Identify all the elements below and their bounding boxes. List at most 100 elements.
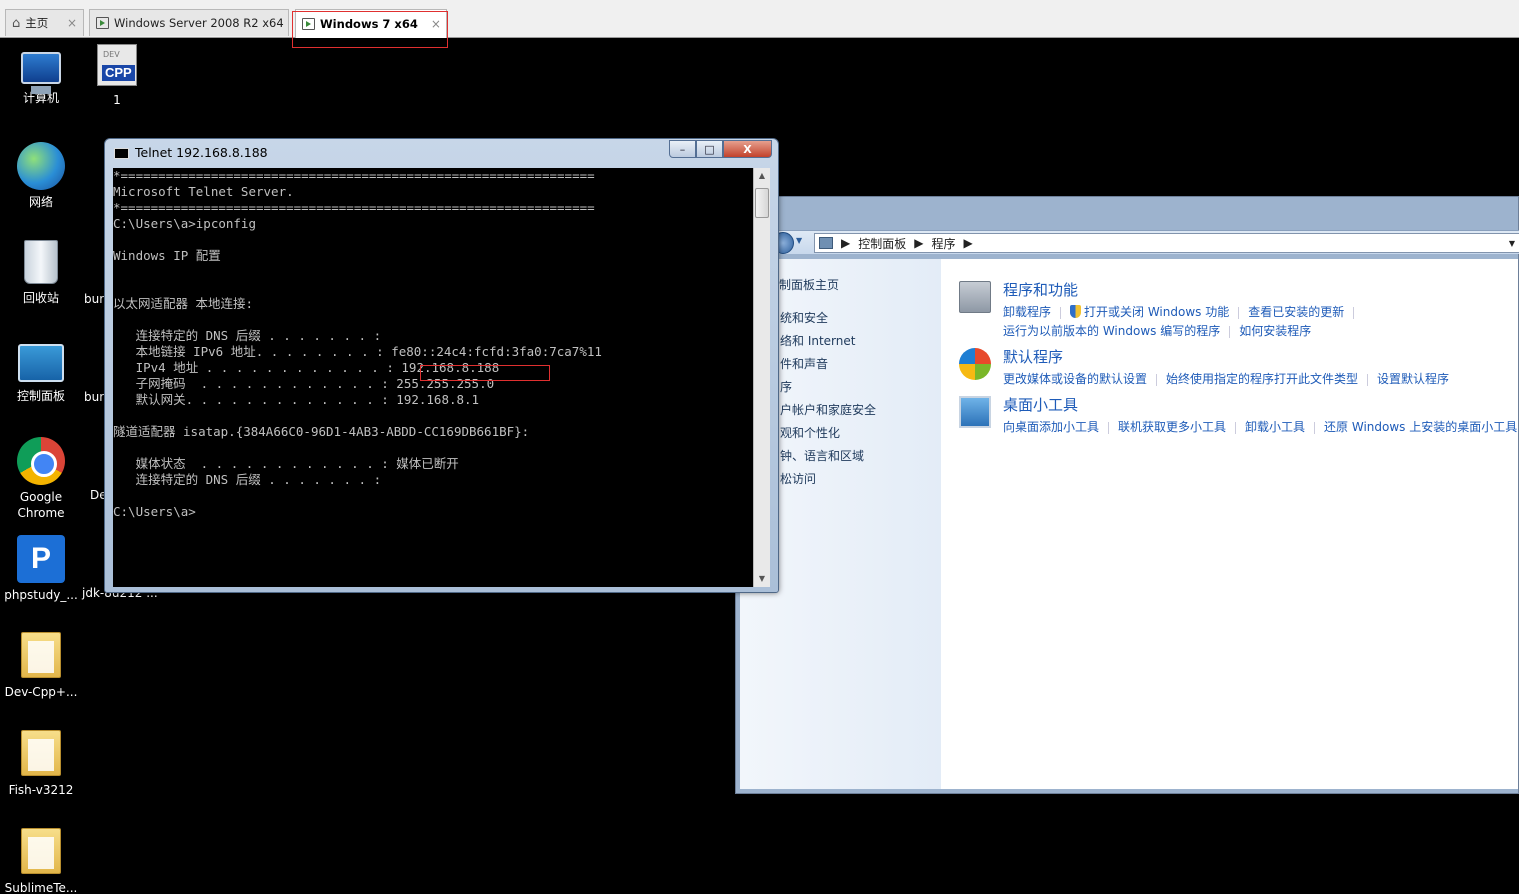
category-title[interactable]: 桌面小工具 <box>1003 394 1078 415</box>
desktop-icon-label: 回收站 <box>22 291 59 305</box>
console-line: *=======================================… <box>113 168 595 183</box>
desktop-icon-chrome[interactable]: Google Chrome <box>3 437 79 521</box>
link-separator <box>1156 373 1158 386</box>
folder-icon <box>21 730 61 776</box>
control-panel-icon <box>18 344 64 382</box>
link-separator <box>1314 421 1316 434</box>
home-icon: ⌂ <box>12 15 21 31</box>
console-line: 默认网关. . . . . . . . . . . . . : 192.168.… <box>113 392 480 407</box>
vm-icon <box>302 18 315 30</box>
link-view-installed-updates[interactable]: 查看已安装的更新 <box>1248 305 1344 319</box>
nav-item-user-accounts[interactable]: 户帐户和家庭安全 <box>780 401 876 418</box>
desktop-icon-sublime-folder[interactable]: SublimeTe... <box>3 828 79 894</box>
control-panel-window: ▼ ▶ 控制面板 ▶ 程序 ▶ ▼ 制面板主页 统和安全 络和 Internet… <box>735 196 1519 794</box>
maximize-button[interactable]: □ <box>696 140 723 158</box>
tab-windows-server-2008[interactable]: Windows Server 2008 R2 x64 × <box>89 9 307 36</box>
address-bar[interactable]: ▶ 控制面板 ▶ 程序 ▶ ▼ <box>814 233 1519 253</box>
desktop-icon-network[interactable]: 网络 <box>3 142 79 210</box>
nav-item-hardware-sound[interactable]: 件和声音 <box>780 355 828 372</box>
nav-item-system-security[interactable]: 统和安全 <box>780 309 828 326</box>
nav-item-programs[interactable]: 序 <box>780 378 792 395</box>
desktop-icon-label: 控制面板 <box>16 389 65 403</box>
chevron-down-icon[interactable]: ▼ <box>796 236 802 245</box>
link-uninstall-program[interactable]: 卸载程序 <box>1003 305 1051 319</box>
nav-item-clock-region[interactable]: 钟、语言和区域 <box>780 447 864 464</box>
cpp-badge: CPP <box>102 65 135 81</box>
scroll-down-icon[interactable]: ▼ <box>754 571 770 587</box>
console-output[interactable]: *=======================================… <box>113 168 753 587</box>
nav-item-appearance[interactable]: 观和个性化 <box>780 424 840 441</box>
desktop-icon-label-partial[interactable]: bur <box>84 390 104 404</box>
explorer-content: 制面板主页 统和安全 络和 Internet 件和声音 序 户帐户和家庭安全 观… <box>740 259 1518 789</box>
link-file-type-association[interactable]: 始终使用指定的程序打开此文件类型 <box>1166 372 1358 386</box>
category-title[interactable]: 程序和功能 <box>1003 279 1078 300</box>
telnet-console-window: Telnet 192.168.8.188 – □ X *============… <box>104 138 779 593</box>
link-separator <box>1229 325 1231 338</box>
minimize-button[interactable]: – <box>669 140 696 158</box>
desktop-icon-label: Google Chrome <box>17 490 65 520</box>
tab-home[interactable]: ⌂ 主页 × <box>5 9 84 36</box>
vertical-scrollbar[interactable]: ▲ ▼ <box>753 168 770 587</box>
console-titlebar[interactable]: Telnet 192.168.8.188 – □ X <box>105 139 778 167</box>
desktop-icon-devcpp-file[interactable]: DEV CPP 1 <box>79 44 155 108</box>
console-app-icon <box>114 148 129 159</box>
recycle-bin-icon <box>24 240 58 284</box>
close-button[interactable]: X <box>723 140 772 158</box>
desktop-icon-fish-folder[interactable]: Fish-v3212 <box>3 730 79 798</box>
breadcrumb-item[interactable]: 控制面板 <box>858 235 906 252</box>
console-line: 本地链接 IPv6 地址. . . . . . . . : fe80::24c4… <box>113 344 602 359</box>
link-add-gadgets[interactable]: 向桌面添加小工具 <box>1003 420 1099 434</box>
nav-item-home[interactable]: 制面板主页 <box>779 276 839 293</box>
link-run-older-programs[interactable]: 运行为以前版本的 Windows 编写的程序 <box>1003 324 1220 338</box>
console-line: 连接特定的 DNS 后缀 . . . . . . . : <box>113 472 382 487</box>
desktop-icon-phpstudy[interactable]: P phpstudy_... <box>3 535 79 603</box>
desktop-icon-computer[interactable]: 计算机 <box>3 46 79 106</box>
phpstudy-icon: P <box>17 535 65 583</box>
tab-label: Windows Server 2008 R2 x64 <box>114 16 284 30</box>
console-line: Microsoft Telnet Server. <box>113 184 294 199</box>
desktop-icon-label: Fish-v3212 <box>8 783 74 797</box>
desktop-icon-control-panel[interactable]: 控制面板 <box>3 340 79 404</box>
scroll-up-icon[interactable]: ▲ <box>754 168 770 184</box>
close-icon[interactable]: × <box>423 17 441 31</box>
console-line: 隧道适配器 isatap.{384A66C0-96D1-4AB3-ABDD-CC… <box>113 424 530 439</box>
nav-item-ease-of-access[interactable]: 松访问 <box>780 470 816 487</box>
link-how-to-install[interactable]: 如何安装程序 <box>1239 324 1311 338</box>
nav-item-network-internet[interactable]: 络和 Internet <box>780 332 855 349</box>
desktop-icon-label: Dev-Cpp+... <box>4 685 78 699</box>
address-bar-row: ▼ ▶ 控制面板 ▶ 程序 ▶ ▼ <box>772 230 1519 254</box>
link-uninstall-gadget[interactable]: 卸载小工具 <box>1245 420 1305 434</box>
programs-features-icon <box>959 281 991 313</box>
link-get-more-gadgets[interactable]: 联机获取更多小工具 <box>1118 420 1226 434</box>
link-separator <box>1353 306 1355 319</box>
chrome-icon <box>17 437 65 485</box>
folder-icon <box>21 632 61 678</box>
desktop-icon-label-partial[interactable]: bur <box>84 292 104 306</box>
link-change-media-defaults[interactable]: 更改媒体或设备的默认设置 <box>1003 372 1147 386</box>
breadcrumb-item[interactable]: 程序 <box>931 235 955 252</box>
scrollbar-thumb[interactable] <box>755 188 769 218</box>
console-line: C:\Users\a>ipconfig <box>113 216 256 231</box>
desktop-icon-label: 网络 <box>28 195 53 209</box>
category-links: 向桌面添加小工具 联机获取更多小工具 卸载小工具 还原 Windows 上安装的桌面小… <box>1003 418 1519 437</box>
link-separator <box>1367 373 1369 386</box>
tab-windows-7[interactable]: Windows 7 x64 × <box>295 9 447 38</box>
desktop-icon-devcpp-folder[interactable]: Dev-Cpp+... <box>3 632 79 700</box>
console-line: *=======================================… <box>113 200 595 215</box>
control-panel-small-icon <box>819 237 833 249</box>
desktop-icon-recycle-bin[interactable]: 回收站 <box>3 240 79 306</box>
vm-icon <box>96 17 109 29</box>
chevron-down-icon[interactable]: ▼ <box>1509 239 1515 248</box>
shield-icon <box>1070 305 1082 318</box>
link-restore-gadgets[interactable]: 还原 Windows 上安装的桌面小工具 <box>1324 420 1517 434</box>
console-line: 连接特定的 DNS 后缀 . . . . . . . : <box>113 328 382 343</box>
link-turn-windows-features[interactable]: 打开或关闭 Windows 功能 <box>1084 305 1229 319</box>
close-icon[interactable]: × <box>59 16 77 30</box>
console-line: C:\Users\a> <box>113 504 196 519</box>
category-title[interactable]: 默认程序 <box>1003 346 1063 367</box>
desktop-icon-label: phpstudy_... <box>4 588 78 602</box>
link-set-default-programs[interactable]: 设置默认程序 <box>1377 372 1449 386</box>
